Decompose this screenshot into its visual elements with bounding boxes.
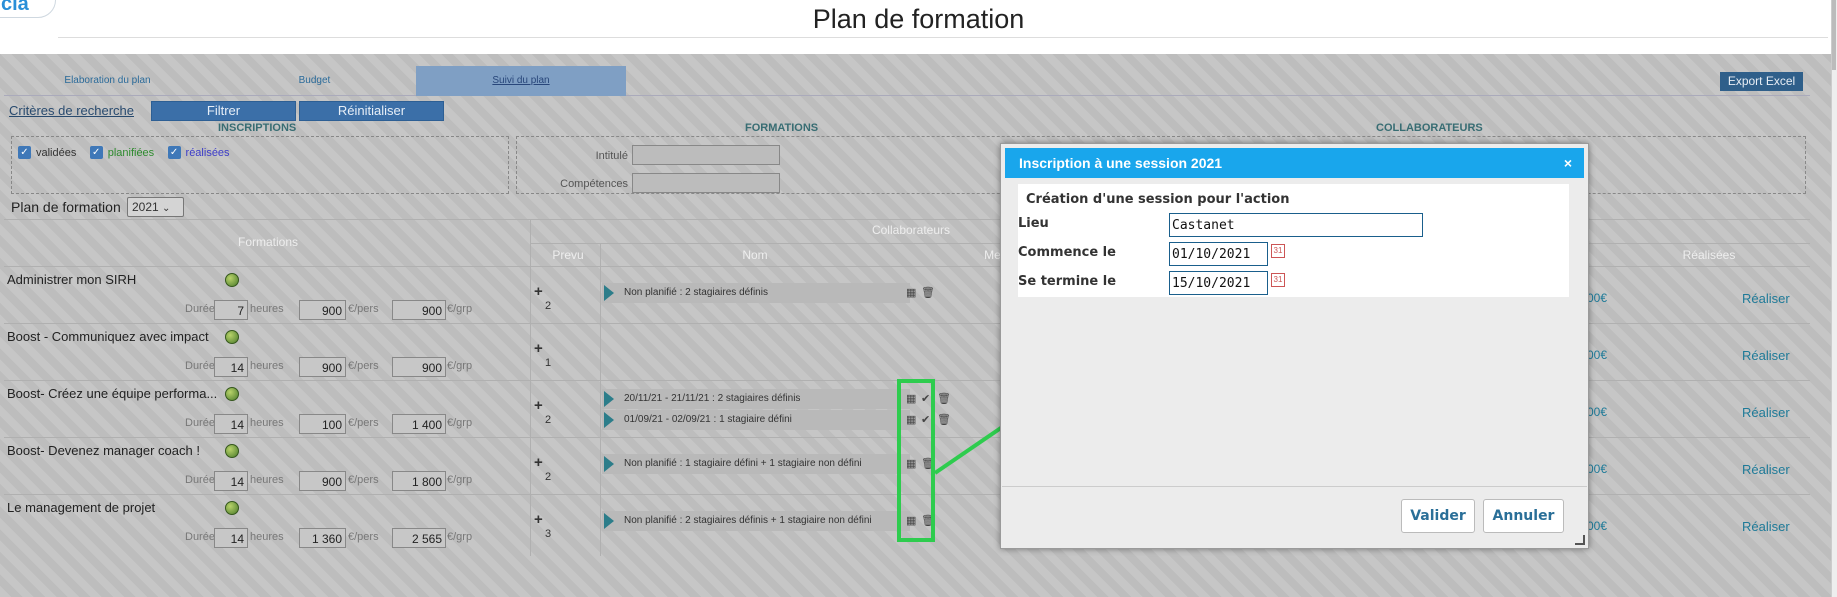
close-icon[interactable]: × — [1564, 148, 1572, 178]
end-date-label: Se termine le — [1018, 274, 1117, 289]
dialog-form: Création d'une session pour l'action Lie… — [1018, 184, 1569, 297]
dialog-title: Inscription à une session 2021 — [1019, 155, 1223, 171]
calendar-icon[interactable]: 31 — [1271, 244, 1285, 258]
end-date-input[interactable]: 15/10/2021 — [1169, 271, 1268, 295]
start-date-label: Commence le — [1018, 245, 1116, 260]
lieu-label: Lieu — [1018, 216, 1049, 231]
session-dialog: Inscription à une session 2021 × Créatio… — [1000, 143, 1589, 549]
cancel-button[interactable]: Annuler — [1483, 499, 1564, 533]
dialog-heading: Création d'une session pour l'action — [1026, 192, 1290, 207]
lieu-input[interactable]: Castanet — [1169, 213, 1423, 237]
dialog-titlebar[interactable]: Inscription à une session 2021 × — [1005, 148, 1584, 178]
start-date-input[interactable]: 01/10/2021 — [1169, 242, 1268, 266]
dialog-footer-divider — [1002, 486, 1587, 487]
resize-handle-icon[interactable] — [1575, 535, 1585, 545]
validate-button[interactable]: Valider — [1401, 499, 1475, 533]
calendar-icon[interactable]: 31 — [1271, 273, 1285, 287]
